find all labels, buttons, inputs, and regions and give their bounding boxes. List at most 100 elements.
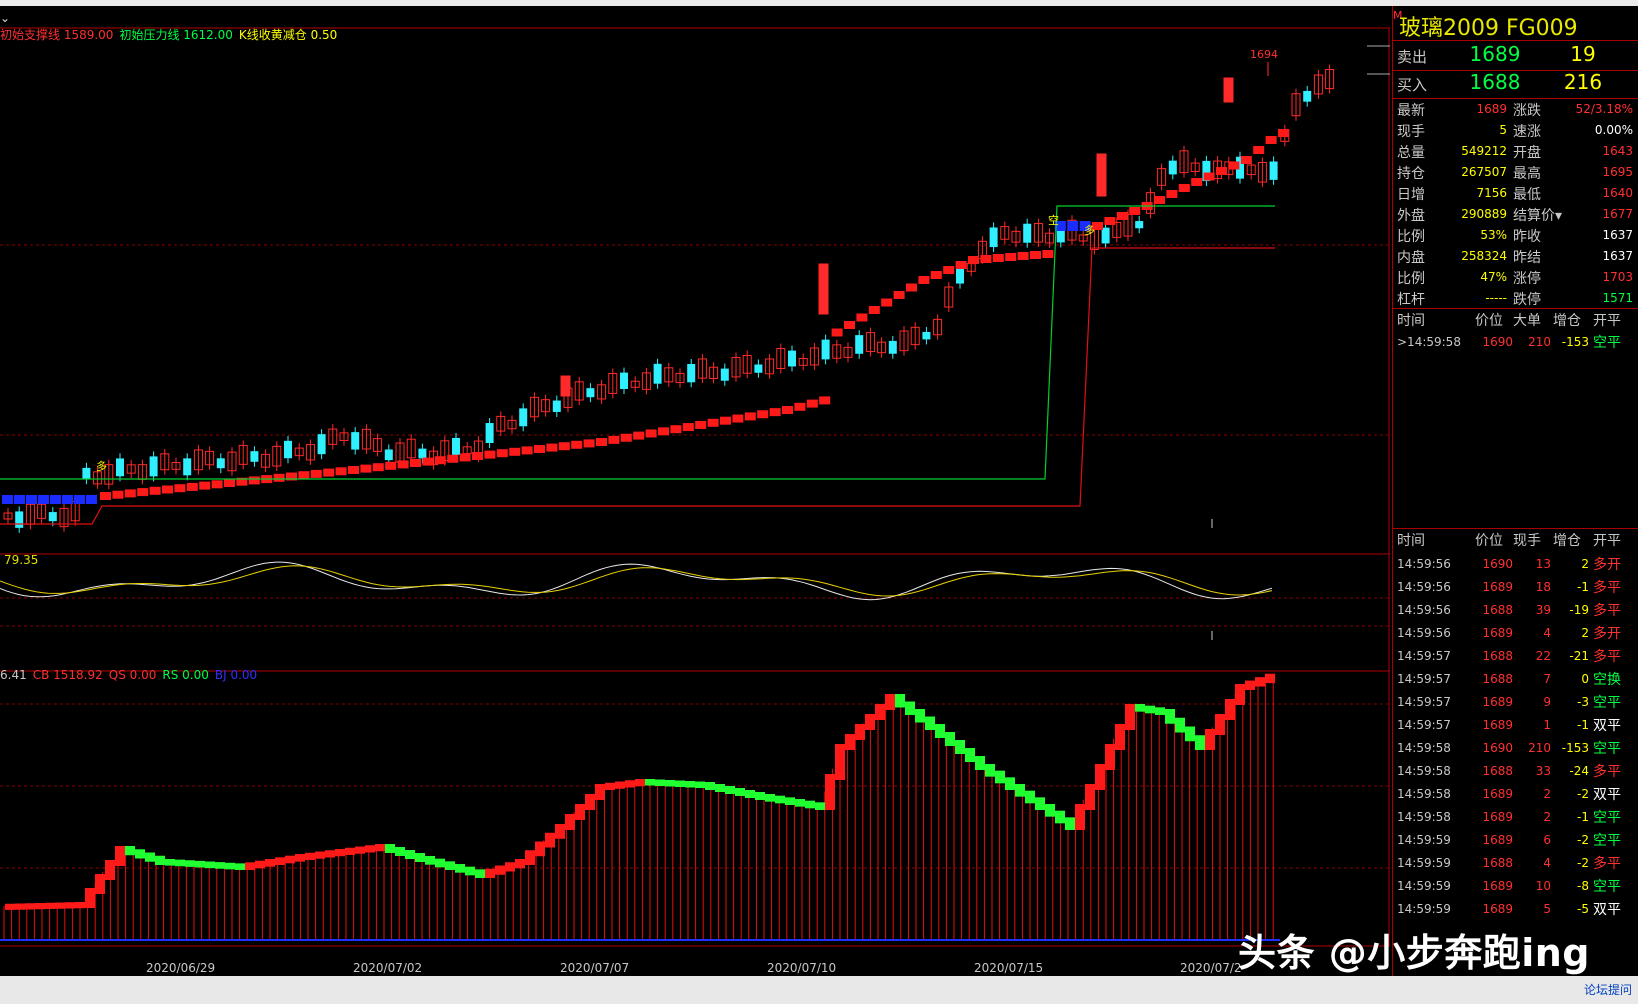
candle-body xyxy=(720,368,729,381)
tick-row[interactable]: 14:59:56 1688 39 -19 多平 xyxy=(1393,600,1638,624)
stat-label: 杠杆 xyxy=(1397,292,1425,308)
candle-body xyxy=(1168,160,1177,175)
stat-label: 总量 xyxy=(1397,145,1425,161)
tick-type: 空平 xyxy=(1593,695,1621,711)
envelope-block xyxy=(825,774,835,810)
envelope-block xyxy=(605,782,615,790)
stat-value: 1689 xyxy=(1476,102,1507,116)
stat-label: 最新 xyxy=(1397,103,1425,119)
stat-value: 53% xyxy=(1480,228,1507,242)
stop-marker xyxy=(881,298,893,307)
tick-vol: 9 xyxy=(1543,695,1551,709)
chart-area[interactable]: 多多空 1694 ⌄ 初始支撑线 1589.00 初始压力线 1612.00 K线收黄… xyxy=(0,6,1390,976)
stop-marker xyxy=(819,396,831,405)
tick-row[interactable]: 14:59:59 1689 10 -8 空平 xyxy=(1393,876,1638,900)
envelope-block xyxy=(55,902,65,909)
stop-marker xyxy=(1116,212,1128,220)
tick-row[interactable]: 14:59:59 1688 4 -2 多平 xyxy=(1393,853,1638,877)
stop-marker xyxy=(1017,252,1029,260)
envelope-block xyxy=(895,694,905,708)
stat-row: 总量 549212 开盘 1643 xyxy=(1393,142,1638,164)
tick-time: 14:59:58 xyxy=(1397,764,1451,778)
tick-type: 多平 xyxy=(1593,649,1621,665)
tick-type: 空换 xyxy=(1593,672,1621,688)
stop-marker xyxy=(410,459,421,467)
tick-row[interactable]: 14:59:56 1689 4 2 多开 xyxy=(1393,623,1638,647)
stop-marker xyxy=(633,431,645,440)
tick-price: 1688 xyxy=(1482,603,1513,617)
stop-marker xyxy=(360,464,372,473)
stop-marker xyxy=(968,256,979,264)
tick-row[interactable]: 14:59:57 1688 7 0 空换 xyxy=(1393,669,1638,693)
tick-row[interactable]: 14:59:58 1688 33 -24 多平 xyxy=(1393,761,1638,785)
stop-marker xyxy=(86,495,97,504)
tick-row[interactable]: 14:59:58 1689 2 -1 空平 xyxy=(1393,807,1638,831)
envelope-block xyxy=(1155,707,1165,715)
stat-value: 1637 xyxy=(1602,249,1633,263)
tick-price: 1689 xyxy=(1482,833,1513,847)
tick-time: 14:59:58 xyxy=(1397,810,1451,824)
stop-marker xyxy=(583,439,595,448)
candle-body xyxy=(821,339,830,360)
envelope-block xyxy=(465,866,475,876)
envelope-block xyxy=(695,781,705,788)
envelope-block xyxy=(775,795,785,804)
candle-body xyxy=(15,511,24,528)
column-header: 时间 xyxy=(1397,313,1425,329)
x-tick-label: 2020/07/15 xyxy=(974,961,1044,975)
envelope-block xyxy=(815,802,825,810)
envelope-block xyxy=(1025,790,1035,804)
candle-body xyxy=(552,400,561,412)
tick-row[interactable]: 14:59:56 1689 18 -1 多平 xyxy=(1393,577,1638,601)
envelope-block xyxy=(195,860,205,868)
candlestick-chart[interactable]: 多多空1694 xyxy=(0,6,1390,976)
stop-marker xyxy=(1178,184,1190,192)
envelope-block xyxy=(225,862,235,870)
tick-row[interactable]: >14:59:58 1690 210 -153 空平 xyxy=(1393,332,1638,356)
tick-row[interactable]: 14:59:59 1689 5 -5 双平 xyxy=(1393,899,1638,923)
forum-question-button[interactable]: 论坛提问 xyxy=(1584,981,1632,998)
column-header: 开平 xyxy=(1593,533,1621,549)
stop-marker xyxy=(571,440,583,449)
candle-body xyxy=(48,512,57,522)
candle-body xyxy=(956,268,964,284)
tick-row[interactable]: 14:59:58 1689 2 -2 双平 xyxy=(1393,784,1638,808)
oscillator-value: 79.35 xyxy=(4,553,39,567)
stat-label: 结算价▾ xyxy=(1513,208,1563,224)
legend-item: 初始支撑线 1589.00 xyxy=(0,28,114,42)
stat-row: 比例 47% 涨停 1703 xyxy=(1393,268,1638,290)
tick-row[interactable]: 14:59:56 1690 13 2 多开 xyxy=(1393,554,1638,578)
tick-time: 14:59:59 xyxy=(1397,879,1451,893)
duo-marker: 多 xyxy=(1084,223,1095,237)
tick-row[interactable]: 14:59:58 1690 210 -153 空平 xyxy=(1393,738,1638,762)
tick-price: 1689 xyxy=(1482,810,1513,824)
tick-row[interactable]: 14:59:59 1689 6 -2 空平 xyxy=(1393,830,1638,854)
stop-marker xyxy=(112,490,124,499)
envelope-block xyxy=(325,850,335,858)
stop-marker xyxy=(992,254,1004,262)
tick-row[interactable]: 14:59:57 1688 22 -21 多平 xyxy=(1393,646,1638,670)
envelope-block xyxy=(1265,673,1275,684)
candle-body xyxy=(922,331,931,340)
envelope-block xyxy=(835,744,845,780)
status-bar: 论坛提问 xyxy=(0,976,1638,1004)
stop-marker xyxy=(14,495,25,504)
x-tick-label: 2020/07/02 xyxy=(353,961,423,975)
tick-row[interactable]: 14:59:57 1689 9 -3 空平 xyxy=(1393,692,1638,716)
symbol-title[interactable]: 玻璃2009 FG009 xyxy=(1399,10,1578,42)
envelope-block xyxy=(865,714,875,730)
tick-row[interactable]: 14:59:57 1689 1 -1 双平 xyxy=(1393,715,1638,739)
stop-marker xyxy=(534,445,545,453)
stat-row: 日增 7156 最低 1640 xyxy=(1393,184,1638,206)
chevron-down-icon[interactable]: ⌄ xyxy=(0,12,14,24)
stop-marker xyxy=(930,271,942,279)
envelope-block xyxy=(125,846,135,856)
tick-price: 1688 xyxy=(1482,649,1513,663)
divider xyxy=(1393,40,1638,41)
tick-time: 14:59:58 xyxy=(1397,741,1451,755)
tick-vol: 210 xyxy=(1528,741,1551,755)
stat-value: 549212 xyxy=(1461,144,1507,158)
stat-value: 1677 xyxy=(1602,207,1633,221)
envelope-block xyxy=(735,788,745,796)
envelope-block xyxy=(1235,684,1245,705)
